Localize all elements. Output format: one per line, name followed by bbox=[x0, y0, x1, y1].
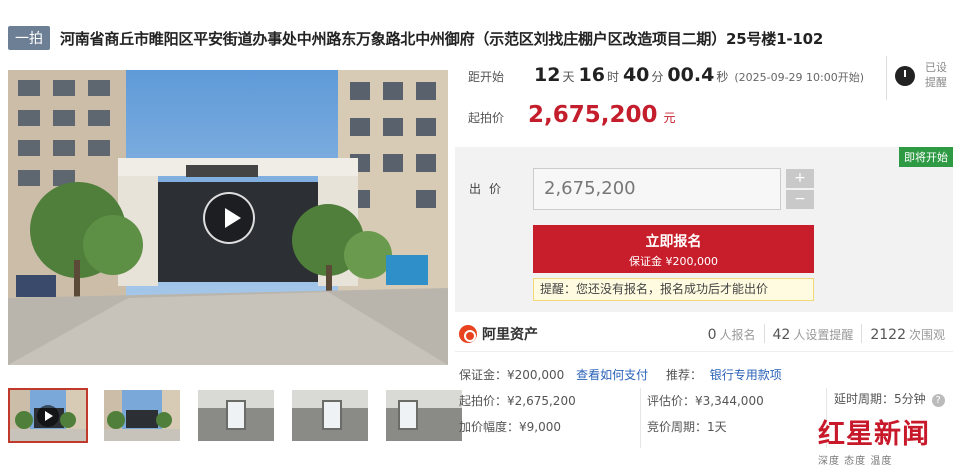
ali-assets-logo-icon bbox=[459, 324, 477, 343]
title-row: 一拍 河南省商丘市睢阳区平安街道办事处中州路东万象路北中州御府（示范区刘找庄棚户… bbox=[8, 26, 823, 50]
watermark-logo: 红星新闻 bbox=[818, 419, 930, 450]
delay-period: 延时周期：5分钟? bbox=[834, 390, 945, 407]
signup-tip: 提醒：您还没有报名，报名成功后才能出价 bbox=[533, 278, 814, 301]
play-icon bbox=[37, 405, 59, 427]
appraisal-price: 评估价：¥3,344,000 bbox=[647, 394, 764, 408]
stat-text: 人设置提醒 bbox=[793, 328, 854, 342]
increase-bid-button[interactable]: + bbox=[786, 169, 814, 188]
how-to-pay-link[interactable]: 查看如何支付 bbox=[576, 368, 648, 382]
bid-period: 竞价周期：1天 bbox=[647, 420, 727, 434]
countdown-minutes: 40 bbox=[622, 64, 650, 86]
stat-number: 42 bbox=[772, 327, 791, 343]
room-image bbox=[198, 390, 274, 441]
thumbnail-room-2[interactable] bbox=[290, 388, 370, 443]
countdown-label: 距开始 bbox=[468, 70, 505, 84]
status-badge: 即将开始 bbox=[899, 147, 953, 167]
stat-text: 人报名 bbox=[719, 328, 756, 342]
start-price-unit: 元 bbox=[663, 111, 676, 125]
thumbnail-exterior[interactable] bbox=[102, 388, 182, 443]
bid-panel: 即将开始 出价 2,675,200 + − 立即报名 保证金 ¥200,000 … bbox=[455, 147, 953, 312]
main-video-cover[interactable] bbox=[8, 70, 448, 365]
bank-payment-link[interactable]: 银行专用款项 bbox=[710, 368, 782, 382]
signup-label: 立即报名 bbox=[645, 234, 702, 250]
stat-reminders: 42 人设置提醒 bbox=[763, 324, 862, 343]
thumbnail-gate-image bbox=[104, 390, 180, 441]
auction-round-badge: 一拍 bbox=[8, 26, 50, 50]
watermark-slogan: 深度 态度 温度 bbox=[818, 456, 893, 467]
thumbnail-strip bbox=[8, 388, 464, 443]
start-price-value: 2,675,200 bbox=[528, 102, 658, 128]
deposit-label: 保证金 ¥200,000 bbox=[629, 255, 718, 268]
deposit-text: 保证金：¥200,000 bbox=[459, 368, 565, 382]
alarm-clock-icon bbox=[895, 66, 915, 86]
thumbnail-room-3[interactable] bbox=[384, 388, 464, 443]
seconds-unit: 秒 bbox=[716, 70, 729, 84]
stat-text: 次围观 bbox=[908, 328, 945, 342]
auction-stats: 0 人报名 42 人设置提醒 2122 次围观 bbox=[700, 324, 953, 343]
countdown: 距开始 12 天 16 时 40 分 00.4 秒 (2025-09-29 10… bbox=[468, 64, 864, 86]
room-image bbox=[386, 390, 462, 441]
start-price-detail: 起拍价：¥2,675,200 bbox=[459, 394, 576, 408]
minutes-unit: 分 bbox=[651, 70, 664, 84]
thumbnail-room-1[interactable] bbox=[196, 388, 276, 443]
stat-signups: 0 人报名 bbox=[700, 324, 764, 343]
news-watermark: 红星新闻 深度 态度 温度 bbox=[818, 412, 948, 472]
room-image bbox=[292, 390, 368, 441]
thumbnail-video[interactable] bbox=[8, 388, 88, 443]
auction-page: 一拍 河南省商丘市睢阳区平安街道办事处中州路东万象路北中州御府（示范区刘找庄棚户… bbox=[0, 0, 953, 474]
reminder-label: 已设提醒 bbox=[925, 61, 947, 89]
help-icon[interactable]: ? bbox=[931, 394, 945, 407]
hours-unit: 时 bbox=[606, 70, 619, 84]
reminder-button[interactable]: 已设提醒 bbox=[886, 56, 952, 100]
platform-name: 阿里资产 bbox=[482, 326, 538, 343]
window-shape bbox=[226, 400, 246, 430]
start-price-label: 起拍价 bbox=[468, 111, 505, 125]
window-shape bbox=[322, 400, 342, 430]
stat-number: 0 bbox=[707, 327, 717, 343]
stat-number: 2122 bbox=[870, 327, 906, 343]
signup-button[interactable]: 立即报名 保证金 ¥200,000 bbox=[533, 225, 814, 273]
bid-increment: 加价幅度：¥9,000 bbox=[459, 420, 561, 434]
recommend-label: 推荐： bbox=[665, 368, 702, 382]
bid-amount-input[interactable]: 2,675,200 bbox=[533, 168, 781, 210]
deposit-info: 保证金：¥200,000 查看如何支付 推荐： 银行专用款项 bbox=[459, 366, 782, 383]
days-unit: 天 bbox=[562, 70, 575, 84]
bid-label: 出价 bbox=[469, 182, 510, 196]
platform-row: 阿里资产 0 人报名 42 人设置提醒 2122 次围观 bbox=[455, 316, 953, 352]
page-title: 河南省商丘市睢阳区平安街道办事处中州路东万象路北中州御府（示范区刘找庄棚户区改造… bbox=[60, 29, 824, 48]
countdown-days: 12 bbox=[534, 64, 561, 86]
window-shape bbox=[398, 400, 418, 430]
divider bbox=[640, 388, 641, 448]
countdown-seconds: 00.4 bbox=[667, 64, 715, 86]
stat-views: 2122 次围观 bbox=[861, 324, 953, 343]
countdown-hours: 16 bbox=[578, 64, 605, 86]
decrease-bid-button[interactable]: − bbox=[786, 190, 814, 209]
delay-period-text: 延时周期：5分钟 bbox=[834, 392, 926, 406]
start-price-row: 起拍价 2,675,200 元 bbox=[468, 102, 676, 128]
play-video-icon[interactable] bbox=[203, 192, 255, 244]
start-time-note: (2025-09-29 10:00开始) bbox=[734, 71, 865, 84]
